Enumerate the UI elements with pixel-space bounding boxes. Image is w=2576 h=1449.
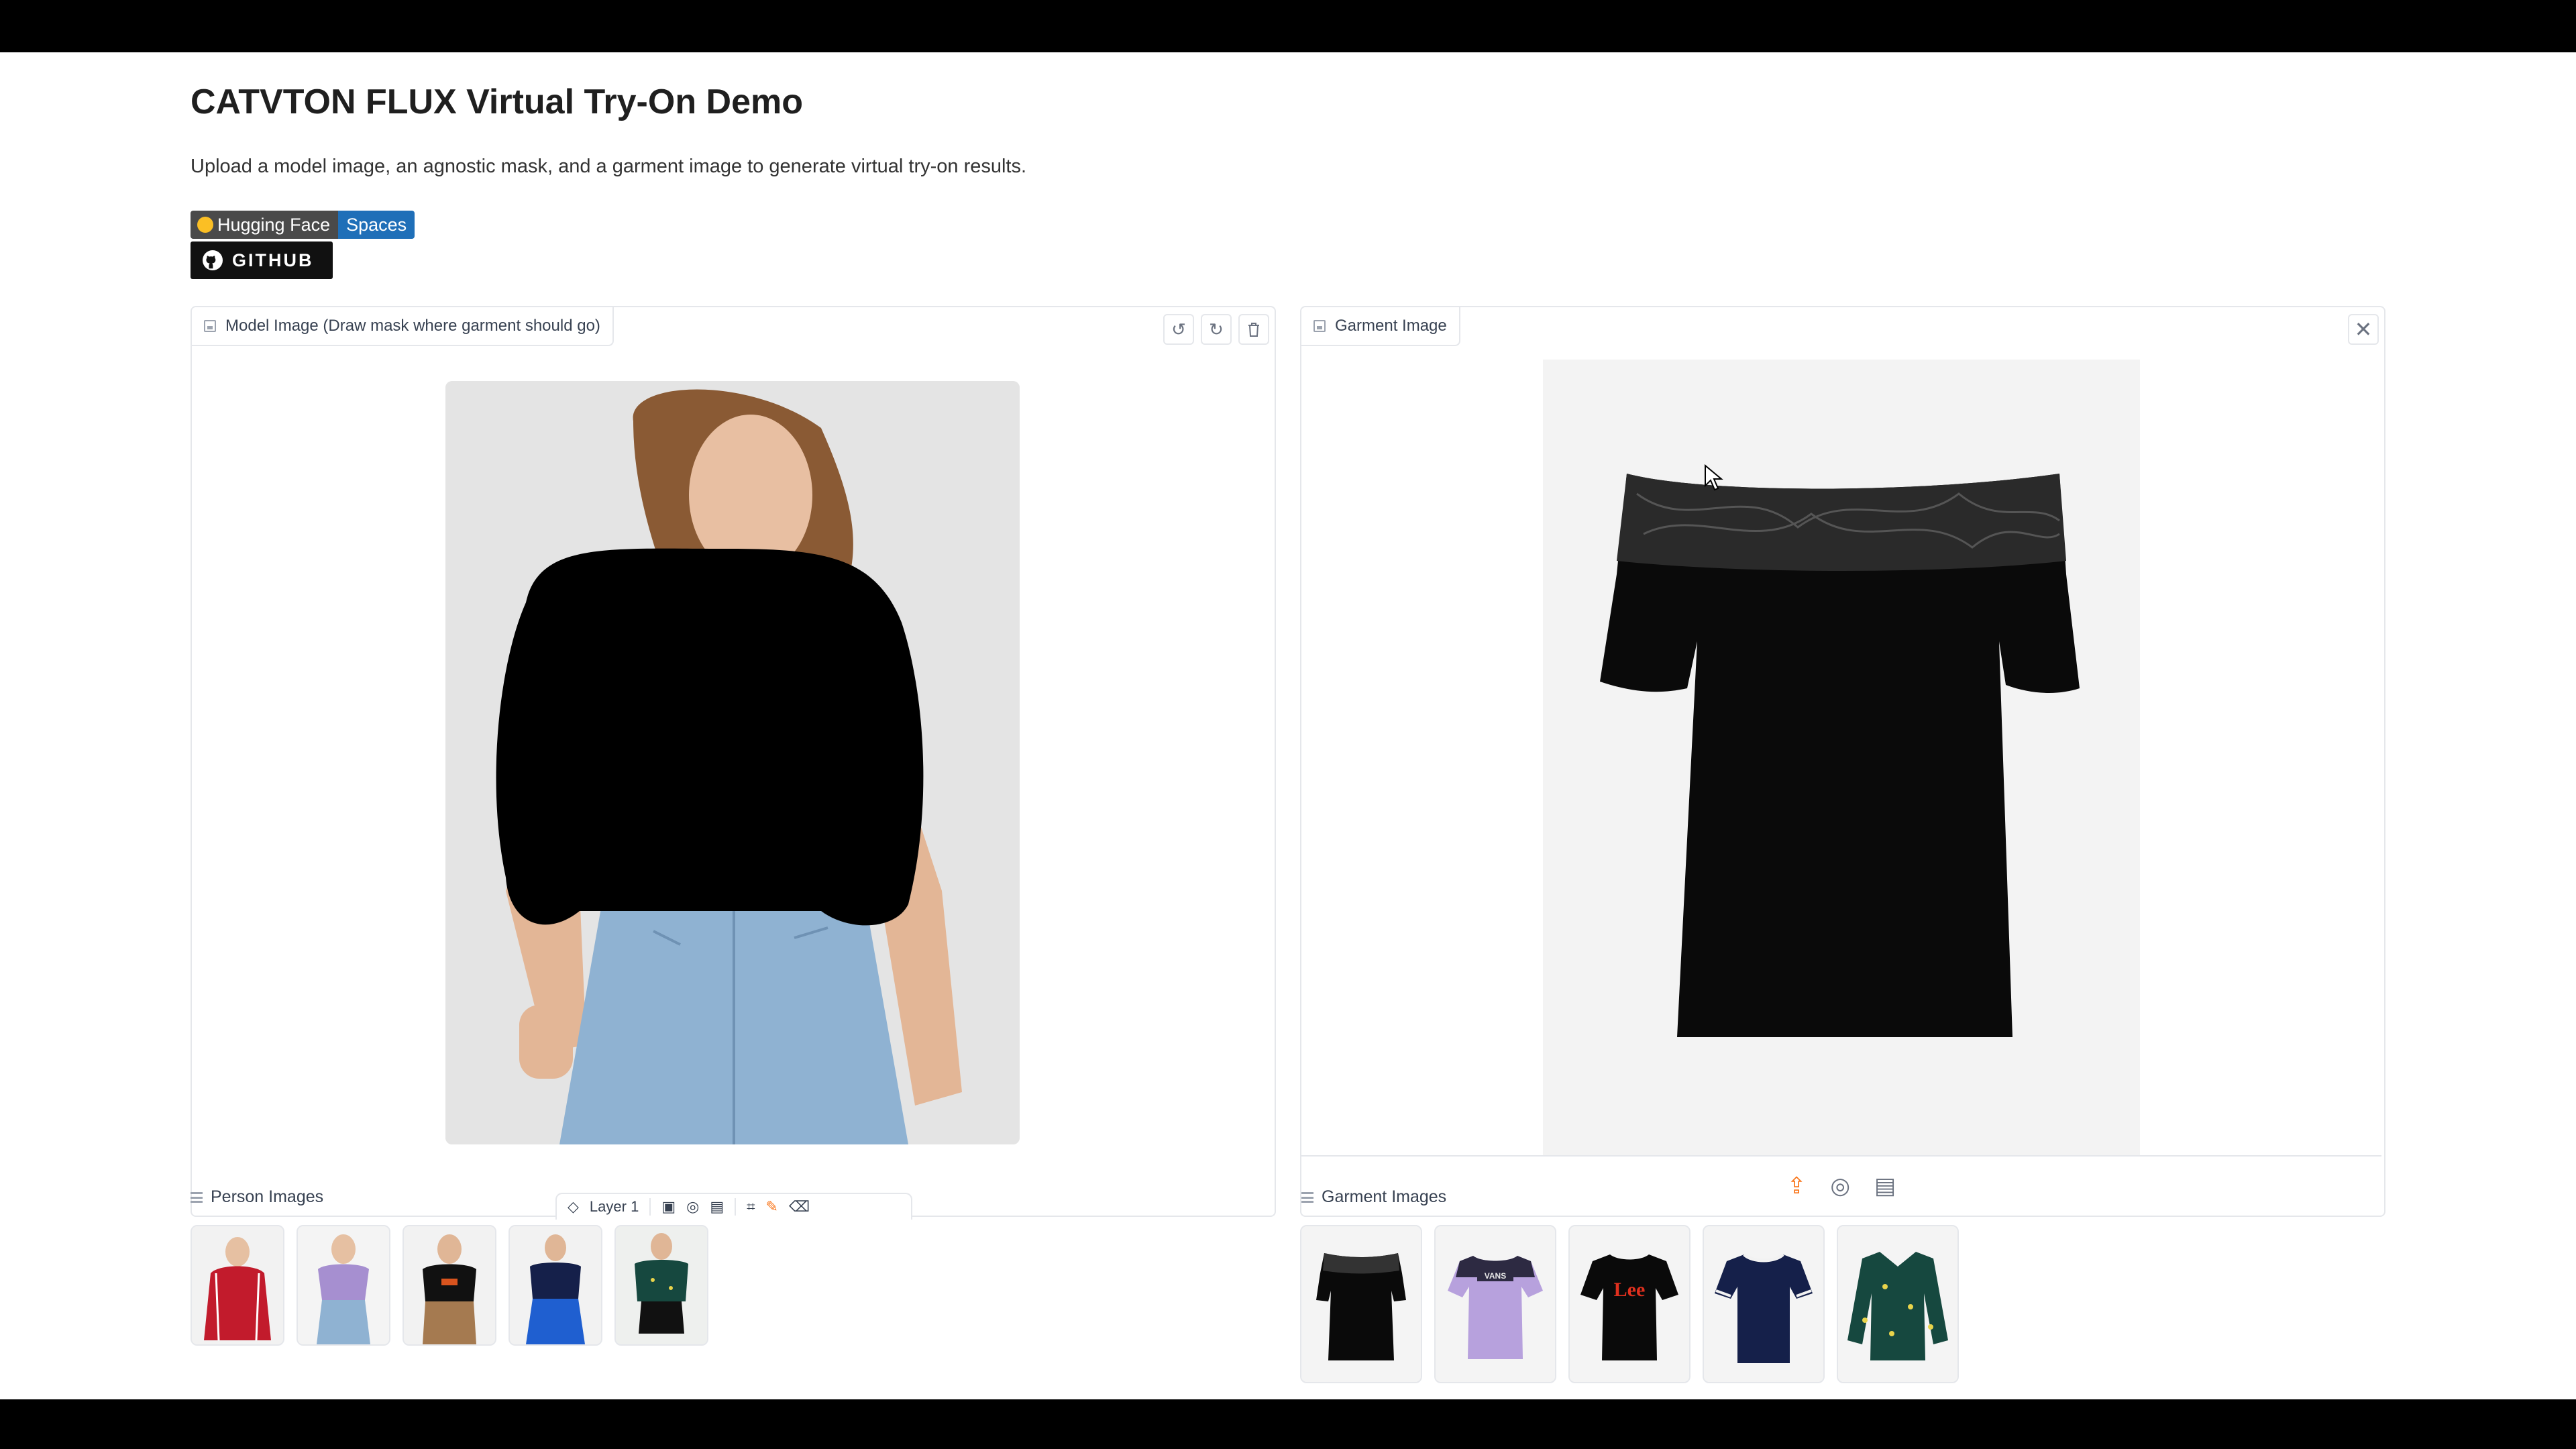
- vans-thumb-text: VANS: [1485, 1271, 1506, 1281]
- layer-select[interactable]: Layer 1: [590, 1198, 639, 1216]
- github-badge-label: GITHUB: [232, 250, 314, 270]
- undo-icon[interactable]: ↺: [1163, 314, 1194, 345]
- brush-icon[interactable]: ✎: [766, 1198, 778, 1216]
- garment-thumb-2[interactable]: VANS: [1434, 1225, 1556, 1383]
- eraser-icon[interactable]: ⌫: [789, 1198, 810, 1216]
- clipboard-icon[interactable]: ▤: [1874, 1173, 1896, 1199]
- mouse-cursor-icon: [1705, 464, 1723, 491]
- garment-photo: [1543, 360, 2140, 1155]
- webcam-tool-icon[interactable]: ◎: [686, 1198, 699, 1216]
- github-icon: [203, 250, 223, 270]
- trash-icon[interactable]: [1238, 314, 1269, 345]
- github-badge[interactable]: GITHUB: [191, 241, 333, 279]
- redo-icon[interactable]: ↻: [1201, 314, 1232, 345]
- garment-source-bar: ⇪ ◎ ▤: [1301, 1155, 2381, 1216]
- hugging-face-spaces-badge[interactable]: Hugging Face Spaces: [191, 211, 415, 239]
- list-icon: [1301, 1191, 1313, 1203]
- person-thumb-1[interactable]: [191, 1225, 284, 1346]
- app-screen: CATVTON FLUX Virtual Try-On Demo Upload …: [0, 52, 2576, 1399]
- garment-toolbar: ✕: [2348, 314, 2379, 345]
- person-thumb-4[interactable]: [508, 1225, 602, 1346]
- layer-toolbar: ◇ Layer 1 ▣ ◎ ▤ ⌗ ✎ ⌫: [555, 1193, 912, 1220]
- garment-thumb-5[interactable]: [1837, 1225, 1959, 1383]
- garment-gallery-label: Garment Images: [1301, 1187, 1446, 1207]
- close-icon[interactable]: ✕: [2348, 314, 2379, 345]
- page-description: Upload a model image, an agnostic mask, …: [191, 156, 1027, 177]
- person-thumb-2[interactable]: [297, 1225, 390, 1346]
- garment-image-label: Garment Image: [1301, 307, 1460, 346]
- person-thumb-5[interactable]: [614, 1225, 708, 1346]
- model-photo-canvas[interactable]: [445, 381, 1020, 1144]
- clipboard-tool-icon[interactable]: ▤: [710, 1198, 724, 1216]
- image-tool-icon[interactable]: ▣: [661, 1198, 676, 1216]
- lee-thumb-text: Lee: [1614, 1279, 1646, 1301]
- garment-thumb-1[interactable]: [1300, 1225, 1422, 1383]
- list-icon: [191, 1191, 203, 1203]
- garment-thumb-4[interactable]: [1703, 1225, 1825, 1383]
- image-icon: [204, 320, 216, 332]
- layer-icon: ◇: [568, 1198, 579, 1215]
- hf-badge-right-label: Spaces: [338, 211, 415, 239]
- garment-thumb-3[interactable]: Lee: [1568, 1225, 1690, 1383]
- person-thumb-3[interactable]: [402, 1225, 496, 1346]
- crop-icon[interactable]: ⌗: [747, 1198, 755, 1216]
- image-icon: [1313, 320, 1326, 332]
- person-gallery-label: Person Images: [191, 1187, 323, 1207]
- editor-toolbar: ↺ ↻: [1163, 314, 1269, 345]
- model-image-label: Model Image (Draw mask where garment sho…: [192, 307, 614, 346]
- upload-icon[interactable]: ⇪: [1787, 1173, 1807, 1199]
- hf-badge-left-label: Hugging Face: [217, 214, 331, 235]
- webcam-icon[interactable]: ◎: [1830, 1173, 1850, 1199]
- hugging-face-emoji-icon: [197, 217, 213, 233]
- page-title: CATVTON FLUX Virtual Try-On Demo: [191, 83, 803, 121]
